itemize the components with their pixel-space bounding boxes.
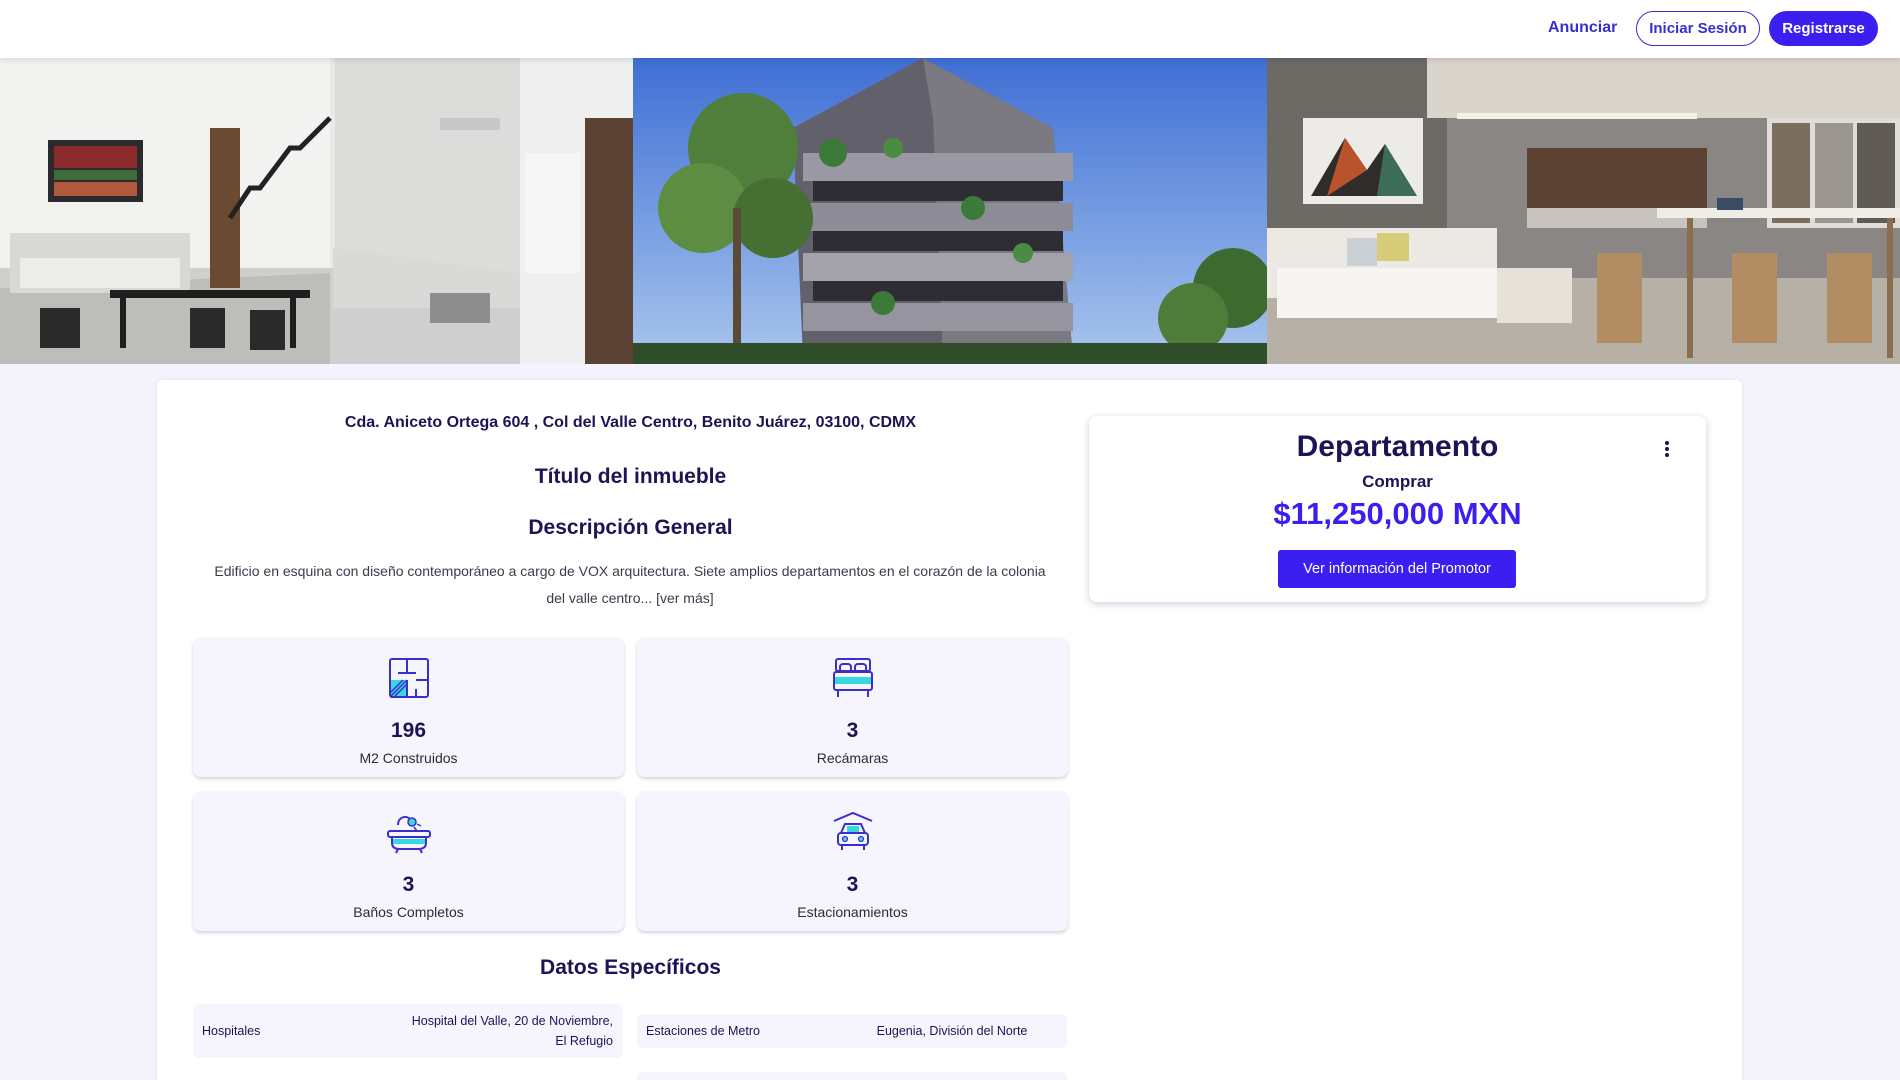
read-more-link[interactable]: [ver más] [656, 590, 714, 606]
specs-heading: Datos Específicos [540, 956, 721, 979]
property-address: Cda. Aniceto Ortega 604 , Col del Valle … [344, 414, 917, 431]
property-type: Departamento [1296, 430, 1499, 463]
bathtub-icon [387, 816, 431, 854]
operation-type: Comprar [1362, 472, 1433, 491]
description-body: Edificio en esquina con diseño contempor… [214, 563, 1046, 606]
stat-card-parking: 3 Estacionamientos [637, 791, 1068, 931]
more-vertical-icon[interactable] [1659, 438, 1675, 460]
stat-value: 3 [846, 719, 859, 742]
description-text: Edificio en esquina con diseño contempor… [210, 558, 1050, 612]
stat-value: 3 [402, 873, 415, 896]
login-button[interactable]: Iniciar Sesión [1636, 11, 1760, 46]
spec-key: Estaciones de Metro [646, 1024, 760, 1038]
floor-plan-icon [389, 658, 429, 698]
gallery-photo-living-room[interactable] [1267, 58, 1900, 364]
spec-value: Eugenia, División del Norte [876, 1024, 1028, 1038]
property-title: Título del inmueble [534, 465, 727, 488]
spec-key: Hospitales [202, 1024, 261, 1038]
spec-row-partial [637, 1072, 1067, 1080]
gallery-photo-kitchen[interactable] [0, 58, 633, 364]
stat-value: 3 [846, 873, 859, 896]
stat-card-built-area: 196 M2 Construidos [193, 637, 624, 777]
announce-link[interactable]: Anunciar [1548, 16, 1617, 40]
stat-label: M2 Construidos [359, 750, 458, 766]
spec-row-metro-stations: Estaciones de Metro Eugenia, División de… [637, 1014, 1067, 1048]
stat-card-bedrooms: 3 Recámaras [637, 637, 1068, 777]
stat-label: Baños Completos [353, 904, 464, 920]
stat-label: Recámaras [816, 750, 889, 766]
garage-car-icon [833, 811, 873, 850]
gallery-photo-building[interactable] [633, 58, 1267, 364]
stat-value: 196 [390, 719, 427, 742]
promoter-info-button[interactable]: Ver información del Promotor [1278, 550, 1516, 588]
price: $11,250,000 MXN [1273, 496, 1522, 531]
photo-gallery [0, 58, 1900, 364]
register-button[interactable]: Registrarse [1769, 11, 1878, 46]
price-card: Departamento Comprar $11,250,000 MXN Ver… [1089, 416, 1706, 602]
description-heading: Descripción General [528, 516, 733, 539]
bed-icon [833, 658, 873, 697]
stat-label: Estacionamientos [797, 904, 908, 920]
spec-row-hospitals: Hospitales Hospital del Valle, 20 de Nov… [193, 1004, 623, 1058]
top-navigation-bar: Anunciar Iniciar Sesión Registrarse [0, 0, 1900, 58]
stat-card-bathrooms: 3 Baños Completos [193, 791, 624, 931]
spec-value: Hospital del Valle, 20 de Noviembre, El … [411, 1014, 613, 1048]
